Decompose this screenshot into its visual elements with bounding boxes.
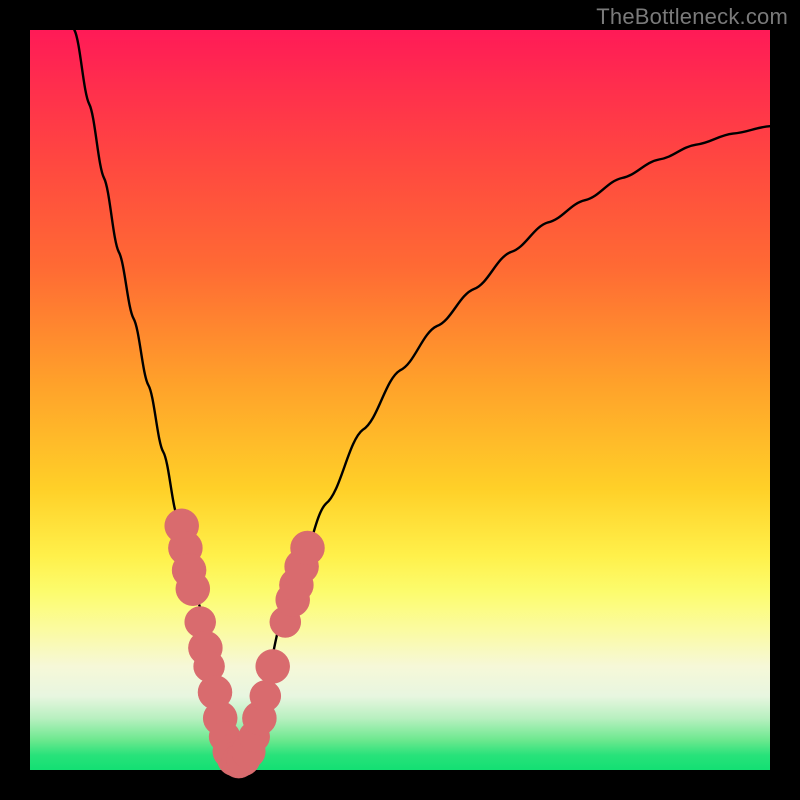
watermark-text: TheBottleneck.com [596, 4, 788, 30]
curve-markers [165, 509, 325, 778]
chart-frame: TheBottleneck.com [0, 0, 800, 800]
curve-marker [291, 531, 325, 565]
curve-marker [256, 649, 290, 683]
chart-svg [30, 30, 770, 770]
curve-marker [250, 681, 281, 712]
bottleneck-curve [74, 30, 770, 763]
curve-marker [176, 572, 210, 606]
plot-area [30, 30, 770, 770]
